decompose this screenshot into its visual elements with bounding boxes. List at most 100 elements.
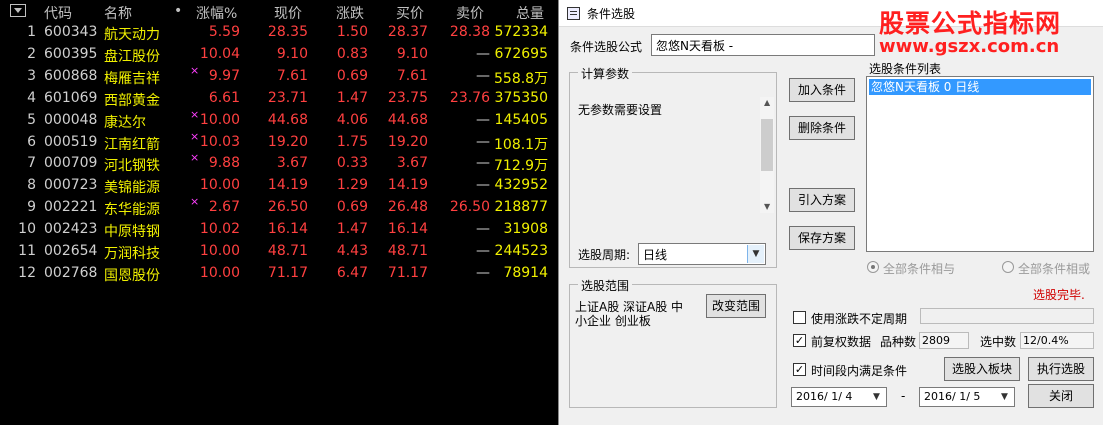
row-index: 12 <box>18 264 36 281</box>
dialog-titlebar[interactable]: 条件选股 股票公式指标网 <box>559 0 1103 38</box>
date-from-picker[interactable]: 2016/ 1/ 4 ▼ <box>791 387 887 407</box>
run-screen-button[interactable]: 执行选股 <box>1028 357 1094 381</box>
row-index: 10 <box>18 221 36 238</box>
table-row[interactable]: 7 000709 河北钢铁 × 9.88 3.67 0.33 3.67—712.9万 <box>0 151 558 175</box>
header-bid[interactable]: 买价 <box>396 3 424 23</box>
scroll-up-icon[interactable]: ▲ <box>764 99 770 107</box>
chevron-down-icon: ▼ <box>747 245 764 263</box>
change-percent: 10.00 <box>199 111 240 128</box>
header-price[interactable]: 现价 <box>274 3 302 23</box>
current-price: 16.14 <box>267 221 308 238</box>
table-row[interactable]: 5 000048 康达尔 × 10.00 44.68 4.06 44.68—145405 <box>0 108 558 132</box>
change-scope-button[interactable]: 改变范围 <box>706 294 766 318</box>
status-text: 选股完毕. <box>1033 288 1085 302</box>
header-volume[interactable]: 总量 <box>516 3 544 23</box>
current-price: 9.10 <box>276 45 308 62</box>
stock-code: 600343 <box>44 24 98 40</box>
watermark-title: 股票公式指标网 <box>879 9 1062 38</box>
current-price: 44.68 <box>267 111 308 128</box>
row-index: 9 <box>27 199 36 216</box>
period-select[interactable]: 日线 ▼ <box>638 243 766 265</box>
current-price: 7.61 <box>276 67 308 84</box>
total-volume: 218877 <box>494 199 548 216</box>
bid-price: 28.37 <box>387 24 428 40</box>
ask-price: — <box>476 133 490 150</box>
period-label: 选股周期: <box>578 248 631 262</box>
add-condition-button[interactable]: 加入条件 <box>789 78 855 102</box>
watermark-url: www.gszx.com.cn <box>879 36 1060 57</box>
delete-condition-button[interactable]: 删除条件 <box>789 116 855 140</box>
save-scheme-button[interactable]: 保存方案 <box>789 226 855 250</box>
list-item[interactable]: 忽悠N天看板 0 日线 <box>869 79 1091 95</box>
stock-code: 000519 <box>44 133 98 150</box>
total-volume: 31908 <box>503 221 548 238</box>
to-block-button[interactable]: 选股入板块 <box>944 357 1020 381</box>
bid-price: 26.48 <box>387 199 428 216</box>
header-pct[interactable]: 涨幅% <box>196 3 237 23</box>
bid-price: 14.19 <box>387 177 428 194</box>
table-row[interactable]: 10 002423 中原特钢 10.02 16.14 1.47 16.14 — 31908 <box>0 219 558 241</box>
count-value: 2809 <box>919 332 969 349</box>
table-row[interactable]: 8 000723 美锦能源 10.00 14.19 1.29 14.19 —432952 <box>0 175 558 197</box>
time-cond-checkbox[interactable]: ✓ <box>793 363 806 376</box>
condition-list[interactable]: 忽悠N天看板 0 日线 <box>866 76 1094 252</box>
scroll-thumb[interactable] <box>761 119 773 171</box>
header-ask[interactable]: 卖价 <box>456 3 484 23</box>
stock-name: 西部黄金 <box>104 92 160 109</box>
row-index: 6 <box>27 133 36 150</box>
stock-name: 盘江股份 <box>104 48 160 65</box>
radio-or[interactable] <box>1002 261 1014 273</box>
price-change: 0.69 <box>336 199 368 216</box>
scroll-down-icon[interactable]: ▼ <box>764 203 770 211</box>
chevron-down-icon <box>14 8 22 13</box>
total-volume: 145405 <box>494 111 548 128</box>
table-row[interactable]: 6 000519 江南红箭 × 10.03 19.20 1.75 19.20—108.1万 <box>0 130 558 154</box>
formula-select[interactable]: 忽悠N天看板 - <box>651 34 875 56</box>
current-price: 23.71 <box>267 89 308 106</box>
header-change[interactable]: 涨跌 <box>336 3 364 23</box>
sort-dropdown-button[interactable] <box>10 4 26 17</box>
stock-name: 江南红箭 <box>104 136 160 153</box>
table-row[interactable]: 11 002654 万润科技 10.00 48.71 4.43 48.71 —244523 <box>0 241 558 263</box>
current-price: 19.20 <box>267 133 308 150</box>
table-row[interactable]: 2 600395 盘江股份 10.04 9.10 0.83 9.10 —672695 <box>0 44 558 66</box>
bid-price: 19.20 <box>387 133 428 150</box>
params-scrollbar[interactable]: ▲ ▼ <box>760 97 774 213</box>
total-volume: 558.8万 <box>494 70 549 87</box>
total-volume: 108.1万 <box>494 136 549 153</box>
date-to-picker[interactable]: 2016/ 1/ 5 ▼ <box>919 387 1015 407</box>
table-row[interactable]: 3 600868 梅雁吉祥 × 9.97 7.61 0.69 7.61—558.8万 <box>0 64 558 88</box>
varperiod-field[interactable] <box>920 308 1094 324</box>
bid-price: 16.14 <box>387 221 428 238</box>
table-row[interactable]: 1 600343 航天动力 5.59 28.35 1.50 28.37 28.38 572334 <box>0 22 558 44</box>
stock-name: 万润科技 <box>104 246 160 262</box>
row-index: 7 <box>27 155 36 172</box>
stock-code: 600395 <box>44 45 98 62</box>
dialog-title: 条件选股 <box>587 7 636 21</box>
table-row[interactable]: 9 002221 东华能源 × 2.67 26.50 0.69 26.48 26.50 21887… <box>0 195 558 219</box>
use-varperiod-checkbox[interactable] <box>793 311 806 324</box>
radio-and[interactable] <box>867 261 879 273</box>
stock-name: 中原特钢 <box>104 224 160 241</box>
stock-name: 国恩股份 <box>104 267 160 284</box>
current-price: 3.67 <box>276 155 308 172</box>
ask-price: — <box>476 67 490 84</box>
header-name[interactable]: 名称 <box>104 3 132 23</box>
row-index: 5 <box>27 111 36 128</box>
change-percent: 10.04 <box>199 45 240 62</box>
bid-price: 9.10 <box>396 45 428 62</box>
fq-checkbox[interactable]: ✓ <box>793 334 806 347</box>
stock-name: 康达尔 <box>104 114 146 131</box>
import-scheme-button[interactable]: 引入方案 <box>789 188 855 212</box>
table-row[interactable]: 12 002768 国恩股份 10.00 71.17 6.47 71.17 — 78914 <box>0 263 558 285</box>
fq-label: 前复权数据 <box>811 335 872 349</box>
change-percent: 10.02 <box>199 221 240 238</box>
price-change: 0.83 <box>336 45 368 62</box>
close-button[interactable]: 关闭 <box>1028 384 1094 408</box>
stock-code: 002654 <box>44 243 98 259</box>
ask-price: 26.50 <box>449 199 490 216</box>
change-percent: 9.97 <box>208 67 240 84</box>
stock-code: 000709 <box>44 155 98 172</box>
table-row[interactable]: 4 601069 西部黄金 6.61 23.71 1.47 23.75 23.76 375350 <box>0 88 558 110</box>
header-code[interactable]: 代码 <box>44 3 72 23</box>
